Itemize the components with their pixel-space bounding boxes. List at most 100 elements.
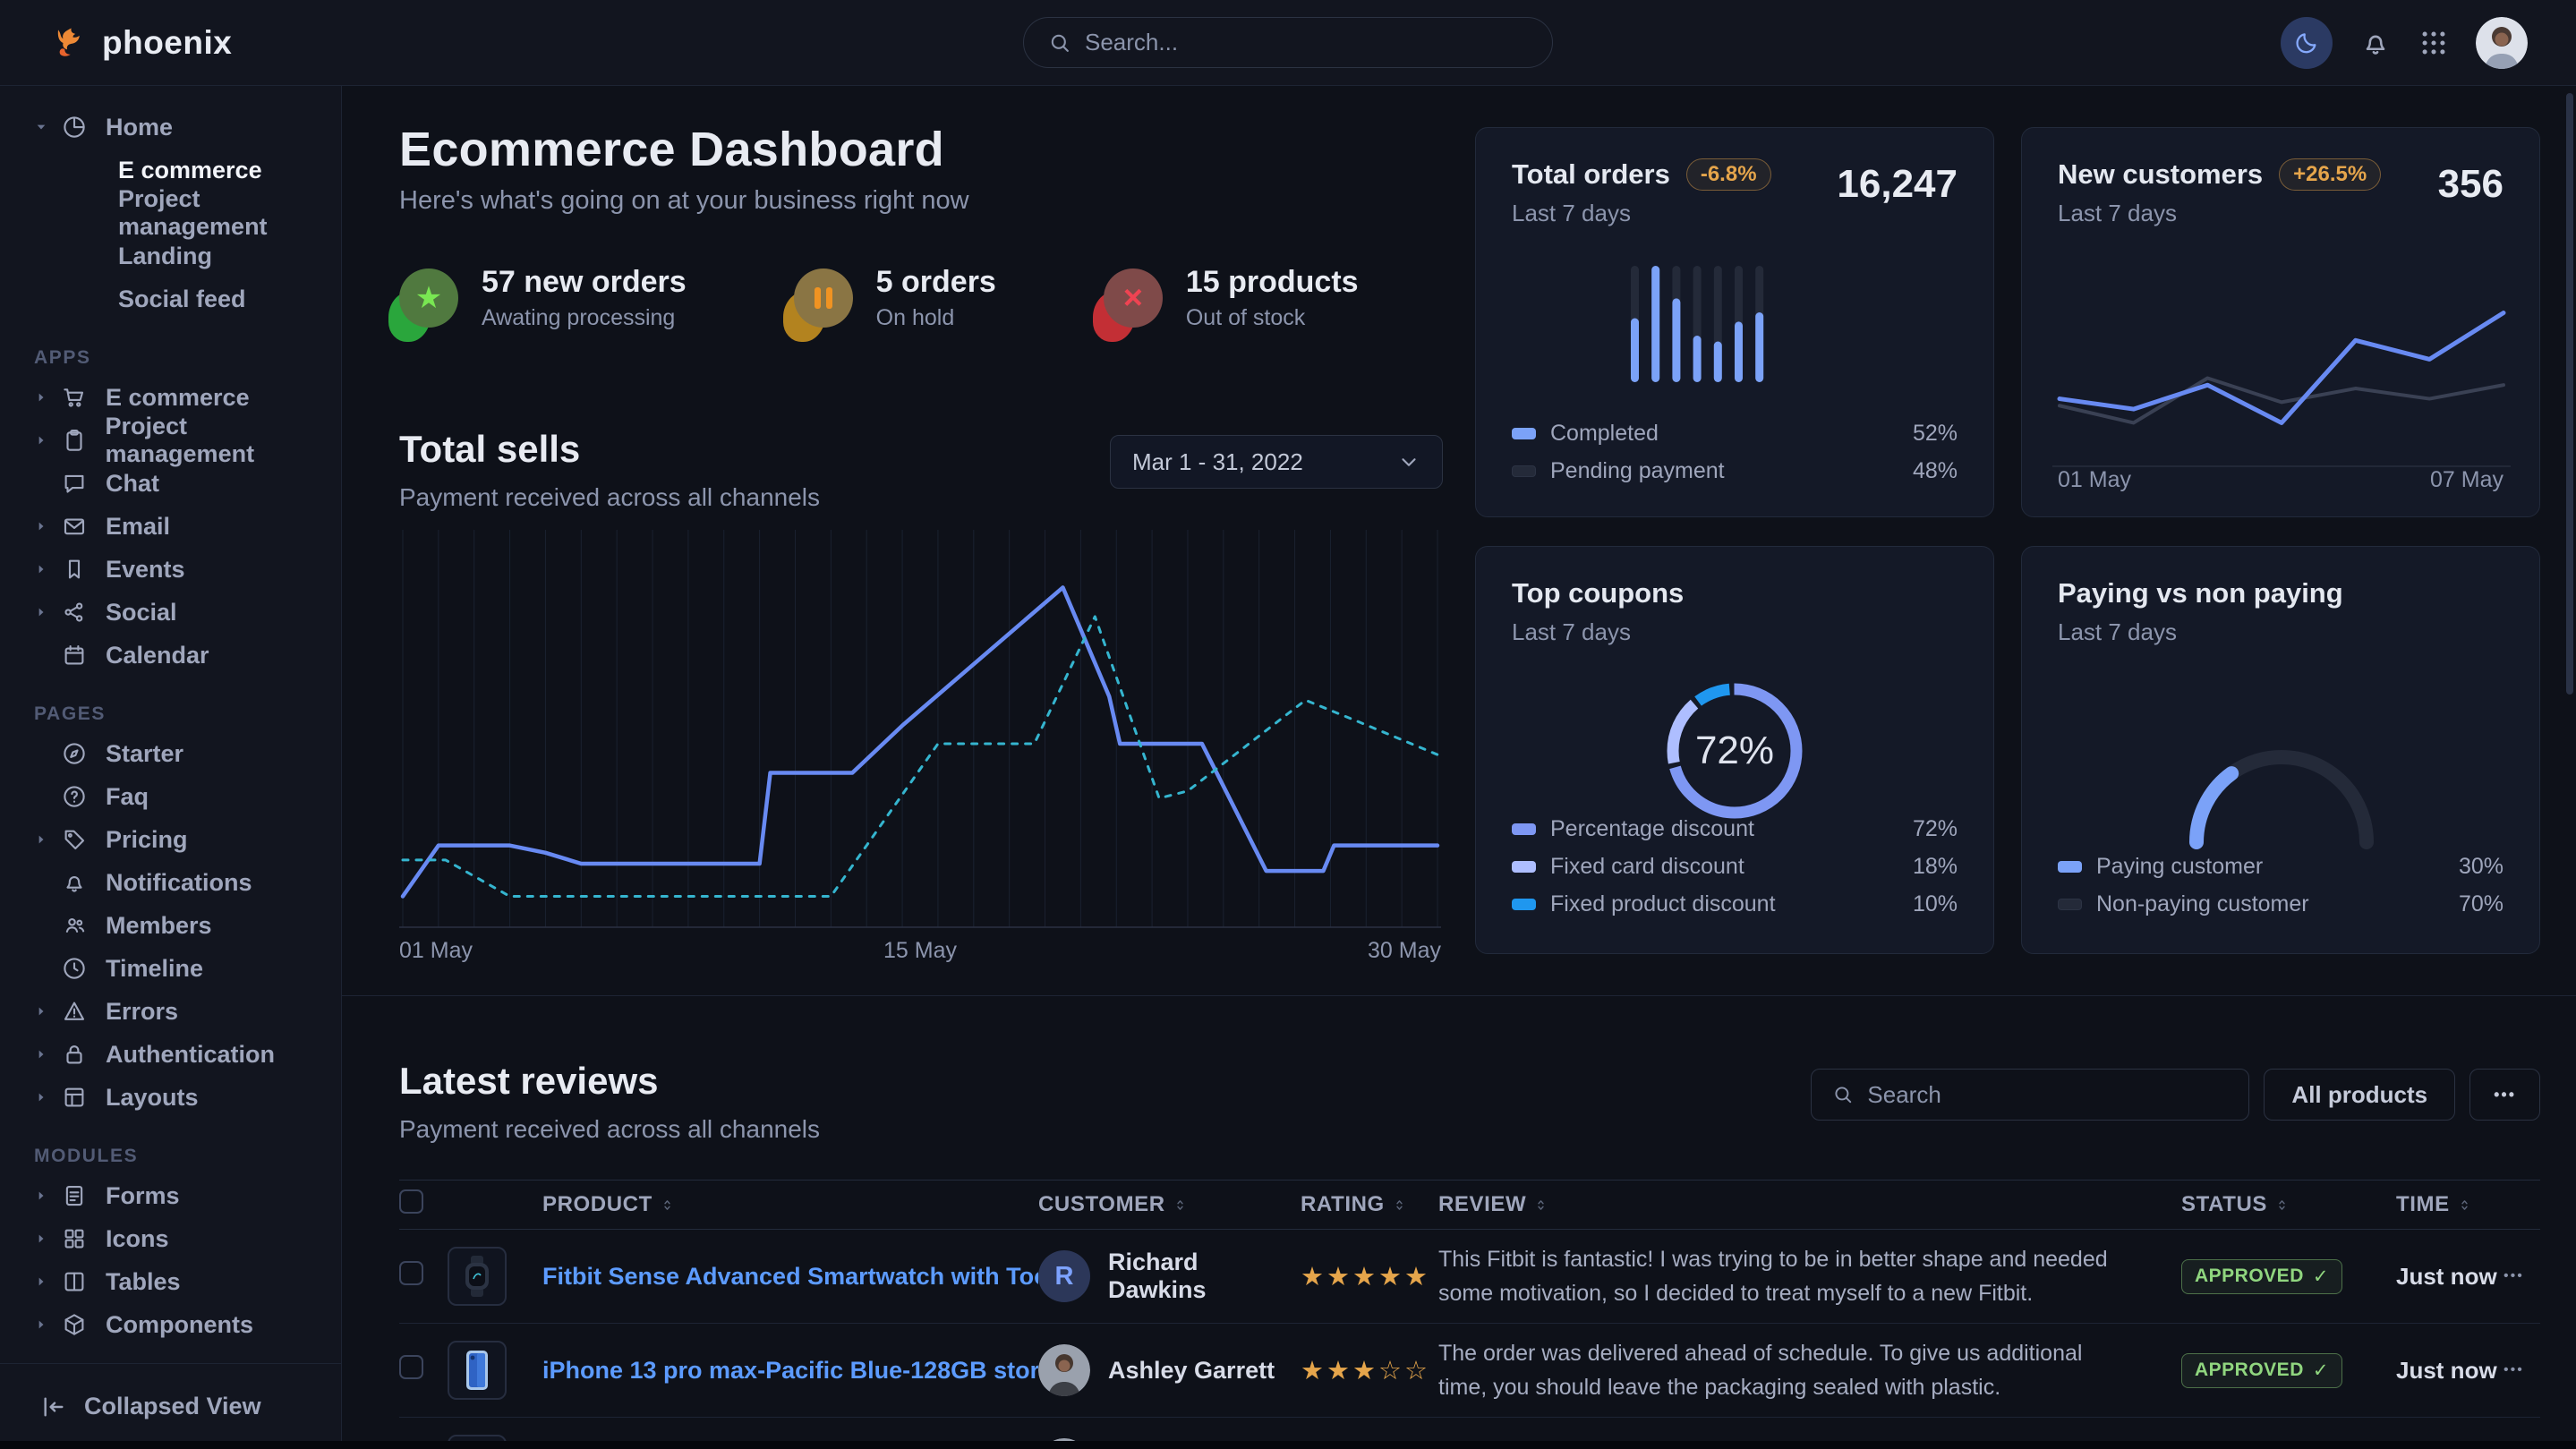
legend-value: 18% <box>1913 854 1958 880</box>
sort-icon <box>1392 1198 1407 1213</box>
sidebar-item-events[interactable]: Events <box>0 548 341 591</box>
top-coupons-title: Top coupons <box>1512 577 1684 609</box>
sidebar-item-label: Members <box>106 912 212 940</box>
sidebar-item-authentication[interactable]: Authentication <box>0 1033 341 1076</box>
caret-right-icon <box>32 831 57 848</box>
reviews-search-input[interactable] <box>1867 1081 2229 1109</box>
sidebar-item-components[interactable]: Components <box>0 1303 341 1346</box>
sidebar-item-icons[interactable]: Icons <box>0 1217 341 1260</box>
all-products-button[interactable]: All products <box>2264 1069 2455 1121</box>
select-all-checkbox[interactable] <box>399 1189 423 1214</box>
total-sells-x-axis: 01 May15 May30 May <box>399 938 1441 964</box>
reviews-table-header: PRODUCTCUSTOMERRATINGREVIEWSTATUSTIME <box>399 1180 2540 1230</box>
caret-right-icon <box>32 1316 57 1334</box>
paying-period: Last 7 days <box>2058 618 2343 646</box>
legend-swatch <box>1512 899 1536 910</box>
legend-row: Fixed card discount18% <box>1512 854 1958 880</box>
table-row: iPhone 13 pro max-Pacific Blue-128GB sto… <box>399 1324 2540 1418</box>
review-time: Just now <box>2396 1263 2503 1291</box>
row-menu-button[interactable]: ••• <box>2503 1268 2540 1284</box>
x-icon: × <box>1104 268 1163 328</box>
column-header-product[interactable]: PRODUCT <box>542 1192 1038 1217</box>
row-checkbox[interactable] <box>399 1261 423 1285</box>
top-coupons-legend: Percentage discount72%Fixed card discoun… <box>1512 816 1958 917</box>
sidebar-item-label: Pricing <box>106 826 188 854</box>
sidebar-item-forms[interactable]: Forms <box>0 1174 341 1217</box>
scrollbar[interactable] <box>2566 93 2573 695</box>
sidebar-item-starter[interactable]: Starter <box>0 732 341 775</box>
rating-stars: ★★★☆☆ <box>1301 1355 1438 1386</box>
legend-value: 70% <box>2459 891 2503 917</box>
reviews-more-button[interactable]: ••• <box>2469 1069 2540 1121</box>
apps-menu-button[interactable] <box>2418 28 2449 58</box>
column-header-customer[interactable]: CUSTOMER <box>1038 1192 1301 1217</box>
sidebar-item-label: Calendar <box>106 642 209 669</box>
sidebar-nav: HomeE commerceProject managementLandingS… <box>0 86 341 1363</box>
row-checkbox[interactable] <box>399 1355 423 1379</box>
row-menu-button[interactable]: ••• <box>2503 1362 2540 1378</box>
legend-label: Paying customer <box>2096 854 2263 880</box>
caret-right-icon <box>32 603 57 621</box>
sidebar-item-faq[interactable]: Faq <box>0 775 341 818</box>
sidebar-item-chat[interactable]: Chat <box>0 462 341 505</box>
customer-avatar: R <box>1038 1250 1090 1302</box>
status-badge: APPROVED✓ <box>2181 1353 2342 1388</box>
reviews-search[interactable] <box>1811 1069 2249 1121</box>
sidebar-item-social[interactable]: Social <box>0 591 341 634</box>
sidebar-item-home[interactable]: Home <box>0 106 341 149</box>
clipboard-icon <box>61 427 91 454</box>
total-sells-chart <box>399 526 1441 937</box>
column-header-rating[interactable]: RATING <box>1301 1192 1438 1217</box>
global-search[interactable] <box>1023 17 1553 68</box>
collapse-view-button[interactable]: Collapsed View <box>0 1363 341 1449</box>
global-search-input[interactable] <box>1085 29 1529 56</box>
user-avatar[interactable] <box>2476 17 2528 69</box>
x-tick-label: 15 May <box>883 938 957 964</box>
legend-value: 30% <box>2459 854 2503 880</box>
column-header-status[interactable]: STATUS <box>2181 1192 2396 1217</box>
column-header-label: TIME <box>2396 1192 2450 1217</box>
caret-right-icon <box>32 1230 57 1248</box>
theme-toggle-button[interactable] <box>2281 17 2333 69</box>
product-thumb-cell <box>448 1341 542 1400</box>
sidebar-subitem-landing[interactable]: Landing <box>0 234 341 277</box>
sidebar-item-calendar[interactable]: Calendar <box>0 634 341 677</box>
total-orders-badge: -6.8% <box>1686 158 1771 191</box>
total-sells-title: Total sells <box>399 428 820 471</box>
paying-gauge-chart <box>2120 681 2461 866</box>
product-link[interactable]: iPhone 13 pro max-Pacific Blue-128GB sto… <box>542 1357 1038 1385</box>
sidebar-item-timeline[interactable]: Timeline <box>0 947 341 990</box>
sidebar-item-label: Social <box>106 599 177 626</box>
layout-icon <box>61 1084 91 1111</box>
total-orders-value: 16,247 <box>1837 162 1958 207</box>
product-link[interactable]: Fitbit Sense Advanced Smartwatch with To… <box>542 1263 1038 1291</box>
sidebar-item-members[interactable]: Members <box>0 904 341 947</box>
sidebar-subitem-social-feed[interactable]: Social feed <box>0 277 341 320</box>
date-range-value: Mar 1 - 31, 2022 <box>1132 448 1303 476</box>
legend-label: Non-paying customer <box>2096 891 2309 917</box>
sidebar-item-errors[interactable]: Errors <box>0 990 341 1033</box>
reviews-table: PRODUCTCUSTOMERRATINGREVIEWSTATUSTIME Fi… <box>399 1180 2540 1449</box>
compass-icon <box>61 740 91 767</box>
sidebar-item-email[interactable]: Email <box>0 505 341 548</box>
legend-row: Completed52% <box>1512 421 1958 447</box>
brand-logo[interactable]: phoenix <box>0 23 232 63</box>
total-orders-period: Last 7 days <box>1512 200 1771 227</box>
column-header-time[interactable]: TIME <box>2396 1192 2503 1217</box>
sidebar-item-project-management[interactable]: Project management <box>0 419 341 462</box>
sidebar-item-notifications[interactable]: Notifications <box>0 861 341 904</box>
collapse-icon <box>39 1393 68 1421</box>
sidebar-item-tables[interactable]: Tables <box>0 1260 341 1303</box>
sidebar-item-layouts[interactable]: Layouts <box>0 1076 341 1119</box>
caret-right-icon <box>32 1088 57 1106</box>
sidebar-item-label: Notifications <box>106 869 252 897</box>
date-range-select[interactable]: Mar 1 - 31, 2022 <box>1110 435 1443 489</box>
notifications-button[interactable] <box>2359 27 2392 59</box>
x-tick-label: 30 May <box>1368 938 1441 964</box>
new-customers-card: New customers +26.5% Last 7 days 356 01 … <box>2021 127 2540 517</box>
sidebar-item-pricing[interactable]: Pricing <box>0 818 341 861</box>
legend-swatch <box>1512 465 1536 477</box>
column-header-review[interactable]: REVIEW <box>1438 1192 2181 1217</box>
sidebar-subitem-project-management[interactable]: Project management <box>0 192 341 234</box>
sidebar-item-label: Tables <box>106 1268 181 1296</box>
